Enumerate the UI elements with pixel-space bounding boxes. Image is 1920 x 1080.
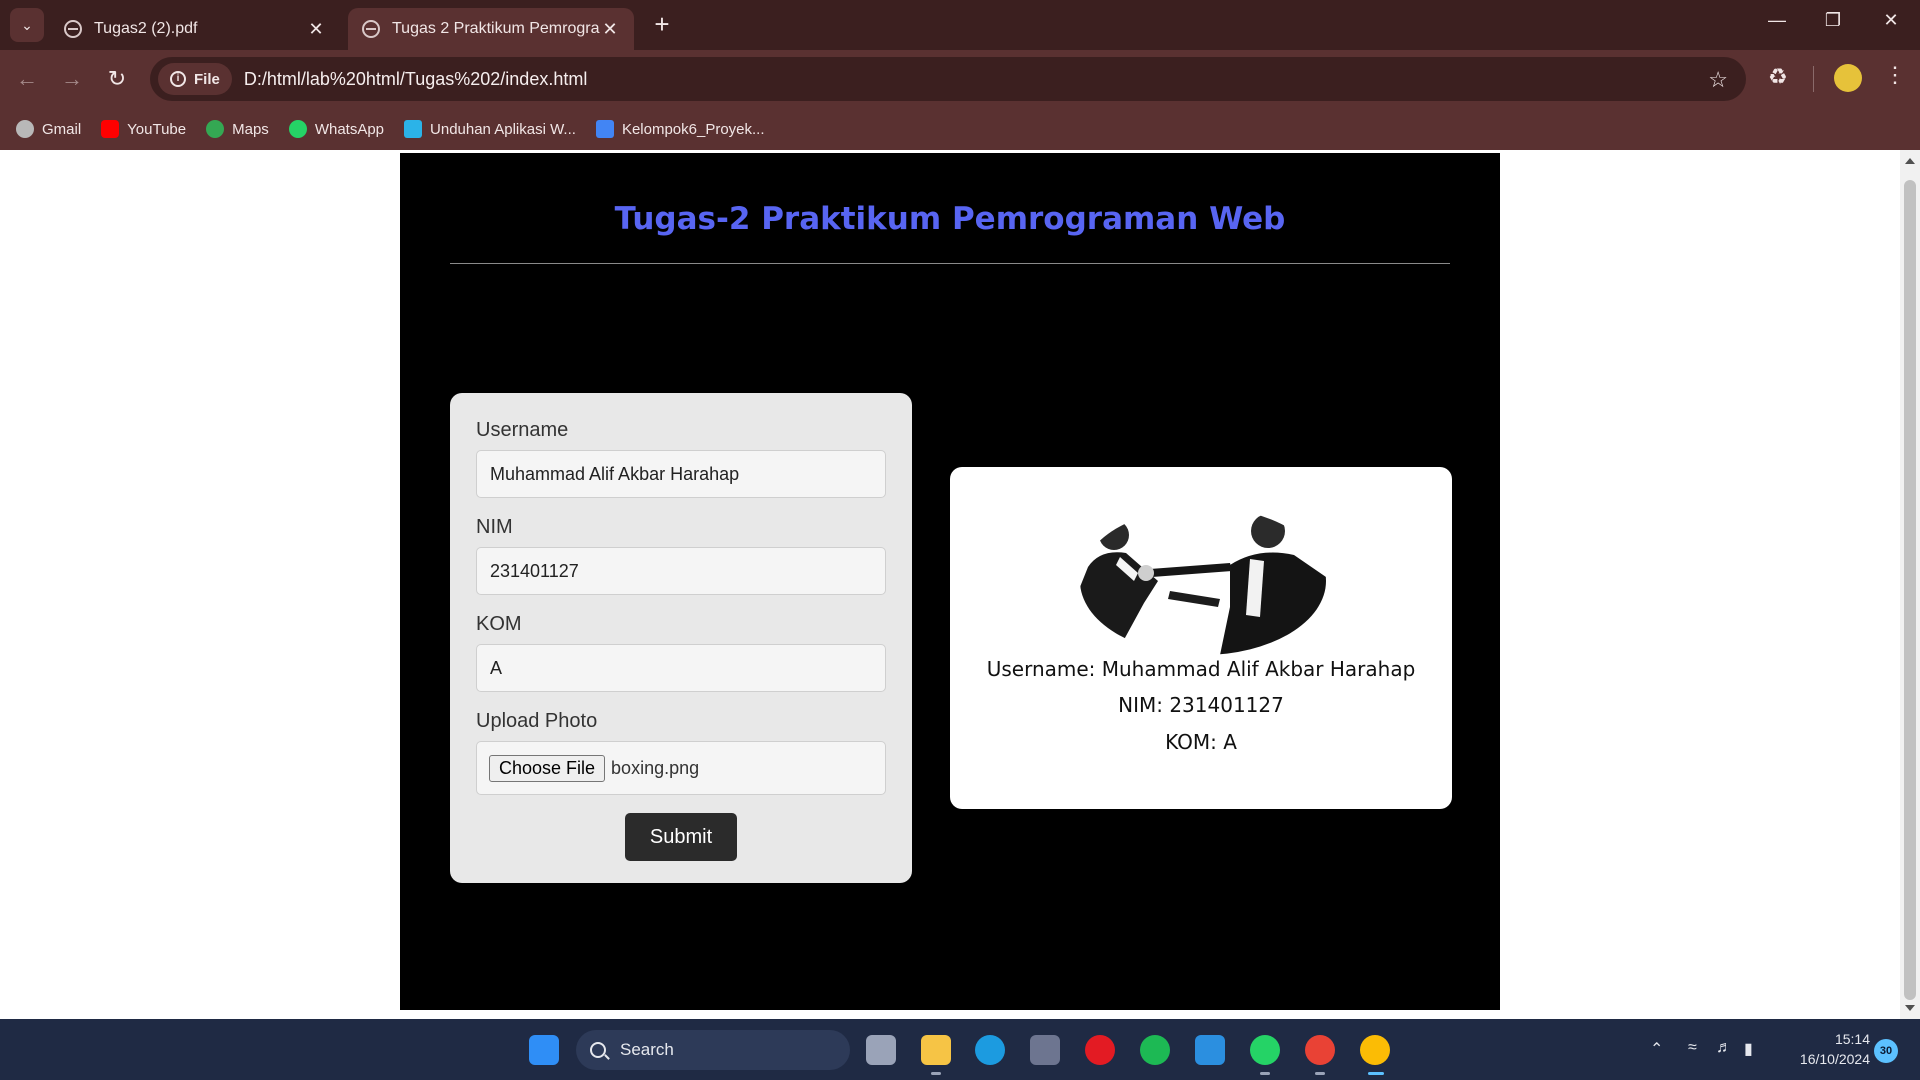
bookmarks-bar: Gmail YouTube Maps WhatsApp Unduhan Apli…	[0, 108, 1920, 150]
bookmark-youtube[interactable]: YouTube	[101, 120, 186, 138]
page-container: Tugas-2 Praktikum Pemrograman Web Userna…	[400, 153, 1500, 1010]
photo-file-input: Choose File boxing.png	[476, 741, 886, 795]
edge-icon[interactable]	[975, 1035, 1005, 1065]
wifi-icon[interactable]: ≈	[1688, 1039, 1697, 1057]
forward-icon[interactable]: →	[57, 64, 87, 94]
back-icon[interactable]: ←	[12, 64, 42, 94]
tab-current-page[interactable]: Tugas 2 Praktikum Pemrograma ✕	[348, 8, 634, 50]
kom-input[interactable]: A	[476, 644, 886, 692]
scroll-up-icon[interactable]	[1905, 158, 1915, 164]
windows-start-icon[interactable]	[529, 1035, 559, 1065]
tab-title: Tugas 2 Praktikum Pemrograma	[392, 20, 600, 37]
chevron-up-icon[interactable]: ⌃	[1650, 1039, 1663, 1059]
menu-dots-icon[interactable]: ⋮	[1884, 62, 1906, 88]
nim-label: NIM	[476, 516, 513, 538]
close-tab-icon[interactable]: ✕	[306, 19, 326, 40]
search-icon	[590, 1042, 606, 1058]
kom-label: KOM	[476, 613, 522, 635]
submit-button[interactable]: Submit	[625, 813, 737, 861]
globe-icon	[64, 20, 82, 38]
close-tab-icon[interactable]: ✕	[600, 19, 620, 40]
scrollbar-thumb[interactable]	[1904, 180, 1916, 1000]
chrome-icon[interactable]	[1305, 1035, 1335, 1065]
tab-search-dropdown-icon[interactable]: ⌄	[10, 8, 44, 42]
vscode-icon[interactable]	[1195, 1035, 1225, 1065]
scroll-down-icon[interactable]	[1905, 1005, 1915, 1011]
youtube-icon	[101, 120, 120, 138]
upload-photo-label: Upload Photo	[476, 710, 598, 732]
profile-avatar[interactable]	[1834, 64, 1862, 92]
username-input[interactable]: Muhammad Alif Akbar Harahap	[476, 450, 886, 498]
bookmark-kelompok6[interactable]: Kelompok6_Proyek...	[595, 120, 765, 138]
notification-badge[interactable]: 30	[1874, 1039, 1898, 1063]
running-indicator	[931, 1072, 941, 1075]
task-view-icon[interactable]	[866, 1035, 896, 1065]
restore-icon[interactable]: ❐	[1818, 10, 1848, 31]
address-bar[interactable]: i File D:/html/lab%20html/Tugas%202/inde…	[150, 57, 1746, 101]
kom-value: A	[490, 657, 503, 678]
title-divider	[450, 263, 1450, 264]
clock-date: 16/10/2024	[1799, 1051, 1870, 1067]
close-window-icon[interactable]: ✕	[1876, 10, 1906, 31]
result-card: Username: Muhammad Alif Akbar Harahap NI…	[950, 467, 1452, 809]
username-label: Username	[476, 419, 569, 441]
bookmark-gmail[interactable]: Gmail	[16, 120, 81, 138]
volume-icon[interactable]: ♬	[1716, 1039, 1732, 1057]
choose-file-button[interactable]: Choose File	[489, 754, 606, 782]
clock-time: 15:14	[1834, 1031, 1870, 1047]
active-app-indicator	[1368, 1072, 1384, 1075]
new-tab-button[interactable]: +	[650, 11, 674, 37]
url-text[interactable]: D:/html/lab%20html/Tugas%202/index.html	[244, 69, 588, 90]
toolbar-divider	[1813, 66, 1814, 92]
username-value: Muhammad Alif Akbar Harahap	[490, 463, 740, 484]
bookmark-maps[interactable]: Maps	[206, 120, 269, 138]
bookmark-unduhan[interactable]: Unduhan Aplikasi W...	[404, 120, 576, 138]
nim-input[interactable]: 231401127	[476, 547, 886, 595]
reload-icon[interactable]: ↻	[102, 64, 132, 94]
selected-file-name: boxing.png	[611, 757, 700, 778]
chrome-profile-icon[interactable]	[1360, 1035, 1390, 1065]
tab-title: Tugas2 (2).pdf	[94, 20, 198, 37]
opera-icon[interactable]	[1085, 1035, 1115, 1065]
minimize-icon[interactable]: —	[1762, 10, 1792, 31]
result-username: Username: Muhammad Alif Akbar Harahap	[986, 657, 1416, 681]
extensions-icon[interactable]: ♻	[1768, 64, 1788, 90]
system-clock[interactable]: 15:14 16/10/2024	[1780, 1029, 1870, 1069]
page-title: Tugas-2 Praktikum Pemrograman Web	[614, 201, 1286, 237]
running-indicator	[1315, 1072, 1325, 1075]
info-icon: i	[170, 71, 186, 87]
student-form: Username Muhammad Alif Akbar Harahap NIM…	[450, 393, 912, 883]
taskbar-search-label: Search	[620, 1040, 674, 1059]
maps-pin-icon	[206, 120, 225, 138]
tab-pdf[interactable]: Tugas2 (2).pdf ✕	[50, 8, 340, 50]
docs-icon	[595, 120, 614, 138]
result-kom: KOM: A	[1165, 730, 1237, 754]
nim-value: 231401127	[490, 560, 579, 581]
spotify-icon[interactable]	[1140, 1035, 1170, 1065]
browser-toolbar: ← → ↻ i File D:/html/lab%20html/Tugas%20…	[0, 50, 1920, 108]
uploaded-photo	[1080, 507, 1326, 655]
globe-icon	[362, 20, 380, 38]
camera-icon[interactable]	[1030, 1035, 1060, 1065]
running-indicator	[1260, 1072, 1270, 1075]
download-icon	[404, 120, 423, 138]
taskbar-search-box[interactable]: Search	[576, 1030, 850, 1070]
bookmark-whatsapp[interactable]: WhatsApp	[288, 120, 384, 138]
whatsapp-icon[interactable]	[1250, 1035, 1280, 1065]
globe-icon	[16, 120, 34, 138]
tab-bar: ⌄ Tugas2 (2).pdf ✕ Tugas 2 Praktikum Pem…	[0, 0, 1920, 50]
vertical-scrollbar[interactable]	[1900, 150, 1920, 1019]
site-info-label: File	[194, 70, 220, 88]
file-explorer-icon[interactable]	[921, 1035, 951, 1065]
windows-taskbar: Search ⌃ ≈ ♬ ▮ 15:14 16/10/2024 30	[0, 1019, 1920, 1080]
bookmark-star-icon[interactable]: ☆	[1708, 67, 1728, 93]
site-info-chip[interactable]: i File	[158, 63, 232, 95]
battery-icon[interactable]: ▮	[1744, 1039, 1753, 1059]
whatsapp-icon	[288, 120, 307, 138]
result-nim: NIM: 231401127	[1118, 693, 1284, 717]
